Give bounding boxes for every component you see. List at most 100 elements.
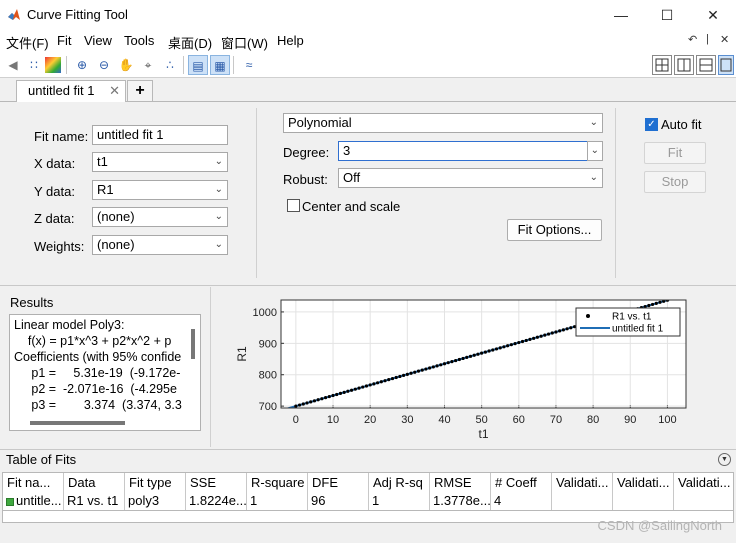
column-header-rmse[interactable]: RMSE xyxy=(430,473,491,495)
menu-desktop[interactable]: 桌面(D) xyxy=(168,33,212,52)
menu-file[interactable]: 文件(F) xyxy=(6,33,49,52)
data-point xyxy=(439,363,443,367)
robust-select[interactable]: Off ⌄ xyxy=(338,168,603,188)
degree-input[interactable]: 3 xyxy=(338,141,588,161)
grid-icon[interactable]: ▦ xyxy=(210,55,230,75)
tab-untitled-fit-1[interactable]: untitled fit 1 ✕ xyxy=(16,80,126,102)
data-cursor-icon[interactable]: ⌖ xyxy=(138,55,158,75)
chevron-down-icon: ⌄ xyxy=(214,184,223,195)
dock-arrow-icon[interactable]: ↶ xyxy=(688,33,697,46)
menu-bar: 文件(F) Fit View Tools 桌面(D) 窗口(W) Help ↶ … xyxy=(0,30,736,52)
minimize-button[interactable]: — xyxy=(598,0,644,30)
menu-fit[interactable]: Fit xyxy=(57,33,71,48)
data-point xyxy=(361,385,365,389)
layout-grid-icon[interactable] xyxy=(652,55,672,75)
maximize-button[interactable]: ☐ xyxy=(644,0,690,30)
z-data-select[interactable]: (none) ⌄ xyxy=(92,207,228,227)
data-point xyxy=(379,380,383,384)
data-point xyxy=(494,347,499,351)
y-axis-label: R1 xyxy=(235,346,249,362)
zoom-in-icon[interactable]: ⊕ xyxy=(72,55,92,75)
results-text-box[interactable]: Linear model Poly3: f(x) = p1*x^3 + p2*x… xyxy=(9,314,201,431)
prediction-bounds-icon[interactable]: ≈ xyxy=(239,55,259,75)
x-data-value: t1 xyxy=(97,154,108,169)
matlab-logo-icon xyxy=(8,9,20,20)
legend-label-points: R1 vs. t1 xyxy=(612,312,652,323)
column-header-sse[interactable]: SSE xyxy=(186,473,247,495)
model-type-value: Polynomial xyxy=(288,115,352,130)
zoom-out-icon[interactable]: ⊖ xyxy=(94,55,114,75)
x-tick-label: 30 xyxy=(401,414,413,426)
tab-close-icon[interactable]: ✕ xyxy=(109,81,120,101)
column-header-dfe[interactable]: DFE xyxy=(308,473,369,495)
chevron-down-icon: ⌄ xyxy=(590,145,599,156)
y-data-value: R1 xyxy=(97,182,114,197)
degree-dropdown-button[interactable]: ⌄ xyxy=(587,141,603,161)
layout-single-icon[interactable] xyxy=(718,55,734,75)
menu-overflow-icon[interactable]: | xyxy=(706,33,709,45)
degree-label: Degree: xyxy=(283,145,330,160)
data-point xyxy=(346,389,350,393)
data-point xyxy=(297,403,302,407)
y-data-label: Y data: xyxy=(34,184,75,199)
results-line: Coefficients (with 95% confide xyxy=(14,350,182,364)
data-point xyxy=(480,351,484,355)
data-point xyxy=(364,384,369,388)
data-point xyxy=(528,337,532,341)
layout-rows-icon[interactable] xyxy=(696,55,716,75)
column-header-data[interactable]: Data xyxy=(64,473,125,495)
surface-icon[interactable] xyxy=(45,57,61,73)
fit-options-button[interactable]: Fit Options... xyxy=(507,219,602,241)
back-icon[interactable]: ◀ xyxy=(3,55,23,75)
data-point xyxy=(316,398,320,402)
center-scale-checkbox[interactable] xyxy=(287,199,300,212)
legend-icon[interactable]: ▤ xyxy=(188,55,208,75)
data-point xyxy=(650,302,655,307)
fit-plot[interactable]: 0 10 20 30 40 50 60 70 80 90 100 700 800 900 1000 t1 R1 R… xyxy=(211,287,736,447)
z-data-value: (none) xyxy=(97,209,135,224)
new-fit-tab-button[interactable]: + xyxy=(127,80,153,102)
results-vertical-scrollbar[interactable] xyxy=(191,329,195,359)
data-point xyxy=(398,374,402,379)
column-header-validation-2[interactable]: Validati... xyxy=(613,473,674,495)
cell-adj-r-sq: 1 xyxy=(369,493,430,510)
fit-name-input[interactable]: untitled fit 1 xyxy=(92,125,228,145)
y-data-select[interactable]: R1 ⌄ xyxy=(92,180,228,200)
x-data-select[interactable]: t1 ⌄ xyxy=(92,152,228,172)
fit-button[interactable]: Fit xyxy=(644,142,706,164)
column-header-r-square[interactable]: R-square xyxy=(247,473,308,495)
collapse-icon[interactable]: ▼ xyxy=(718,453,731,466)
data-point xyxy=(383,379,387,383)
data-point xyxy=(457,357,461,362)
close-doc-icon[interactable]: ✕ xyxy=(720,33,729,46)
pan-icon[interactable]: ✋ xyxy=(116,55,136,75)
data-icon[interactable]: ∷ xyxy=(24,55,44,75)
model-type-select[interactable]: Polynomial ⌄ xyxy=(283,113,603,133)
data-point xyxy=(331,393,335,398)
column-header-validation-1[interactable]: Validati... xyxy=(552,473,613,495)
menu-window[interactable]: 窗口(W) xyxy=(221,33,268,52)
menu-tools[interactable]: Tools xyxy=(124,33,154,48)
menu-help[interactable]: Help xyxy=(277,33,304,48)
layout-columns-icon[interactable] xyxy=(674,55,694,75)
weights-label: Weights: xyxy=(34,239,85,254)
close-button[interactable]: ✕ xyxy=(690,0,736,30)
column-header-adj-r-sq[interactable]: Adj R-sq xyxy=(369,473,430,495)
column-header-fit-name[interactable]: Fit na... xyxy=(3,473,64,495)
chevron-down-icon: ⌄ xyxy=(214,239,223,250)
results-horizontal-scrollbar[interactable] xyxy=(30,421,125,425)
x-tick-label: 70 xyxy=(550,414,562,426)
column-header-fit-type[interactable]: Fit type xyxy=(125,473,186,495)
toolbar: ◀ ∷ ⊕ ⊖ ✋ ⌖ ∴ ▤ ▦ ≈ xyxy=(0,52,736,78)
column-header-validation-3[interactable]: Validati... xyxy=(674,473,735,495)
stop-button[interactable]: Stop xyxy=(644,171,706,193)
menu-view[interactable]: View xyxy=(84,33,112,48)
data-point xyxy=(416,369,421,373)
exclude-outliers-icon[interactable]: ∴ xyxy=(160,55,180,75)
data-point xyxy=(569,326,573,330)
auto-fit-checkbox[interactable]: ✓ xyxy=(645,118,658,131)
weights-select[interactable]: (none) ⌄ xyxy=(92,235,228,255)
column-header-coeff[interactable]: # Coeff xyxy=(491,473,552,495)
table-row[interactable]: untitle... R1 vs. t1 poly3 1.8224e... 1 … xyxy=(2,493,734,511)
data-point xyxy=(335,392,339,397)
